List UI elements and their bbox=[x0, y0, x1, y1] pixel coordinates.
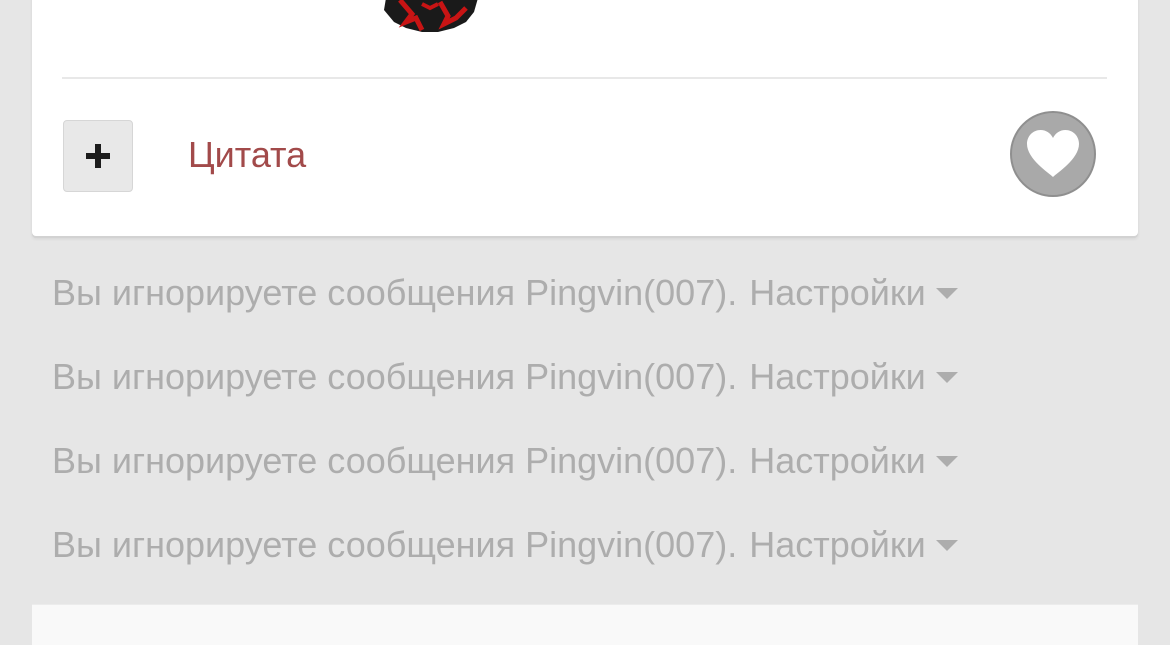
post-card: Цитата bbox=[32, 0, 1138, 236]
heart-icon bbox=[1027, 130, 1079, 177]
post-divider bbox=[62, 77, 1107, 79]
ignored-post-notice: Вы игнорируете сообщения Pingvin(007). Н… bbox=[52, 270, 958, 316]
settings-label: Настройки bbox=[749, 524, 926, 565]
ignored-post-notice: Вы игнорируете сообщения Pingvin(007). Н… bbox=[52, 354, 958, 400]
ignored-notice-text: Вы игнорируете сообщения Pingvin(007). bbox=[52, 524, 738, 565]
ignored-post-notice: Вы игнорируете сообщения Pingvin(007). Н… bbox=[52, 438, 958, 484]
ignored-notice-text: Вы игнорируете сообщения Pingvin(007). bbox=[52, 356, 738, 397]
quote-link[interactable]: Цитата bbox=[188, 134, 306, 176]
ignored-post-notice: Вы игнорируете сообщения Pingvin(007). Н… bbox=[52, 522, 958, 568]
like-button[interactable] bbox=[1010, 111, 1096, 197]
caret-down-icon bbox=[935, 371, 958, 383]
plus-icon bbox=[86, 144, 110, 168]
settings-dropdown[interactable]: Настройки bbox=[749, 270, 958, 316]
ignored-notice-text: Вы игнорируете сообщения Pingvin(007). bbox=[52, 272, 738, 313]
settings-dropdown[interactable]: Настройки bbox=[749, 438, 958, 484]
expand-button[interactable] bbox=[63, 120, 133, 192]
settings-label: Настройки bbox=[749, 440, 926, 481]
settings-label: Настройки bbox=[749, 272, 926, 313]
settings-dropdown[interactable]: Настройки bbox=[749, 522, 958, 568]
caret-down-icon bbox=[935, 287, 958, 299]
caret-down-icon bbox=[935, 455, 958, 467]
next-post-card bbox=[32, 604, 1138, 645]
settings-label: Настройки bbox=[749, 356, 926, 397]
caret-down-icon bbox=[935, 539, 958, 551]
post-image-fragment bbox=[384, 0, 478, 32]
settings-dropdown[interactable]: Настройки bbox=[749, 354, 958, 400]
ignored-notice-text: Вы игнорируете сообщения Pingvin(007). bbox=[52, 440, 738, 481]
